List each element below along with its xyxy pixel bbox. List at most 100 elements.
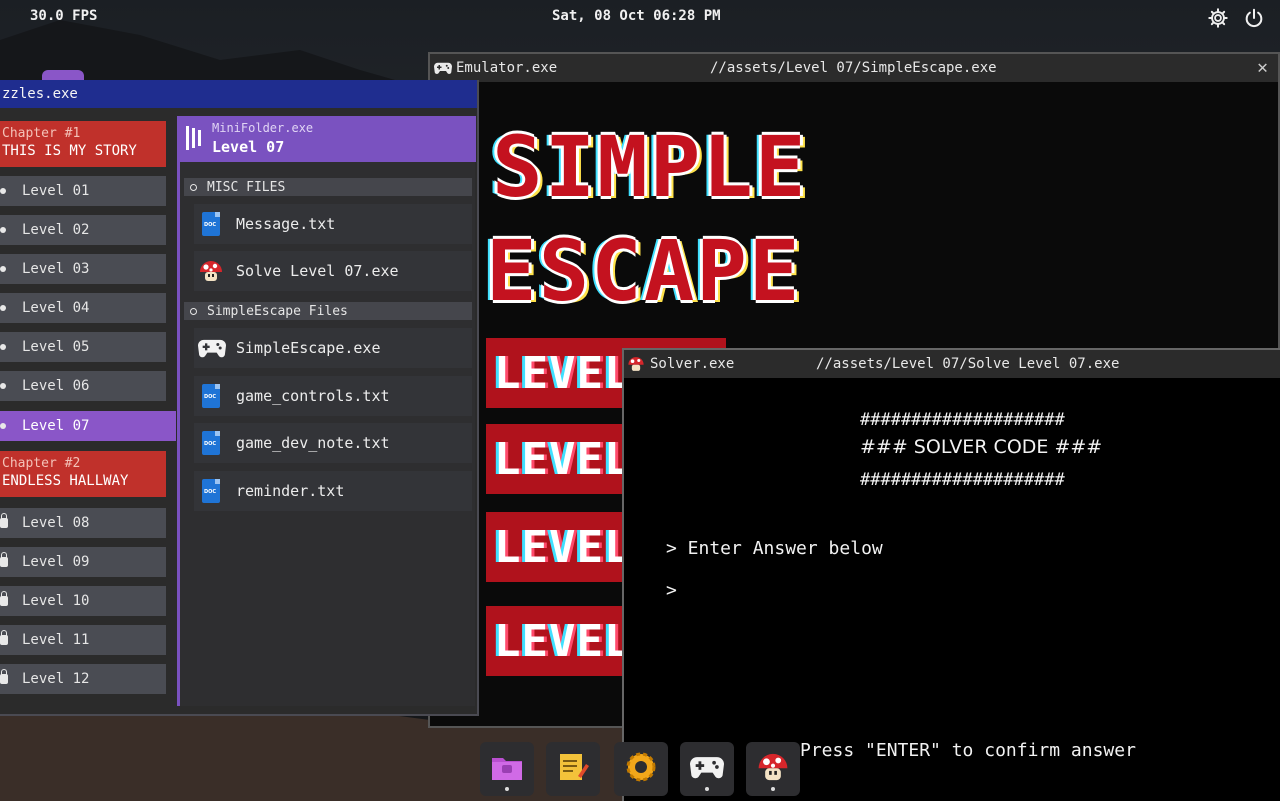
answer-input[interactable]: > — [666, 580, 677, 601]
file-name: SimpleEscape.exe — [236, 339, 381, 357]
dock-settings[interactable] — [614, 742, 668, 796]
dock-folder[interactable] — [480, 742, 534, 796]
puzzles-titlebar[interactable]: zzles.exe — [0, 80, 477, 108]
ring-icon — [190, 307, 197, 315]
level-item[interactable]: Level 03 — [0, 254, 166, 284]
doc-icon — [198, 383, 224, 409]
file-name: Message.txt — [236, 215, 336, 233]
level-label: Level 08 — [22, 515, 90, 531]
level-item[interactable]: Level 12 — [0, 664, 166, 694]
level-item[interactable]: Level 08 — [0, 508, 166, 538]
doc-icon — [198, 211, 224, 237]
level-label: Level 07 — [22, 418, 90, 434]
dock-solver[interactable] — [746, 742, 800, 796]
lock-icon — [0, 630, 8, 645]
file-name: game_controls.txt — [236, 387, 390, 405]
game-level-label: LEVEL — [494, 434, 632, 485]
chapter-title: ENDLESS HALLWAY — [2, 473, 129, 489]
solver-titlebar[interactable]: Solver.exe //assets/Level 07/Solve Level… — [624, 350, 1280, 378]
settings-icon — [626, 752, 656, 782]
banner-border-bottom: #################### — [860, 470, 1065, 490]
unlocked-dot-icon — [0, 266, 6, 272]
emulator-path: //assets/Level 07/SimpleEscape.exe — [710, 60, 997, 76]
unlocked-dot-icon — [0, 423, 6, 429]
gamepad-icon — [198, 335, 226, 361]
level-item[interactable]: Level 10 — [0, 586, 166, 616]
game-title-line1: SIMPLE — [492, 118, 808, 216]
folder-bars-icon — [186, 126, 204, 150]
confirm-hint: Press "ENTER" to confirm answer — [800, 740, 1136, 761]
level-item[interactable]: Level 04 — [0, 293, 166, 323]
file-name: Solve Level 07.exe — [236, 262, 399, 280]
file-name: game_dev_note.txt — [236, 434, 390, 452]
chapter-header: Chapter #1 THIS IS MY STORY — [0, 121, 166, 167]
level-label: Level 01 — [22, 183, 90, 199]
level-item-active[interactable]: Level 07 — [0, 411, 176, 441]
dock-indicator — [771, 787, 775, 791]
banner-border-top: #################### — [860, 410, 1065, 430]
unlocked-dot-icon — [0, 344, 6, 350]
section-label: MISC FILES — [207, 179, 286, 195]
level-item[interactable]: Level 01 — [0, 176, 166, 206]
folder-title: Level 07 — [212, 138, 285, 156]
level-label: Level 04 — [22, 300, 90, 316]
gamepad-icon — [690, 757, 724, 779]
solver-path: //assets/Level 07/Solve Level 07.exe — [816, 356, 1120, 372]
chapter-number: Chapter #2 — [2, 456, 81, 471]
folder-icon — [492, 758, 522, 780]
chapter-title: THIS IS MY STORY — [2, 143, 137, 159]
top-bar: 30.0 FPS Sat, 08 Oct 06:28 PM — [0, 0, 1280, 34]
close-icon[interactable]: ✕ — [1257, 57, 1268, 78]
level-item[interactable]: Level 06 — [0, 371, 166, 401]
level-label: Level 11 — [22, 632, 90, 648]
file-item[interactable]: game_controls.txt — [194, 376, 472, 416]
emulator-titlebar[interactable]: Emulator.exe //assets/Level 07/SimpleEsc… — [430, 54, 1278, 82]
folder-subtitle: MiniFolder.exe — [212, 121, 314, 135]
level-label: Level 05 — [22, 339, 90, 355]
doc-icon — [198, 478, 224, 504]
fps-counter: 30.0 FPS — [30, 8, 98, 24]
lock-icon — [0, 591, 8, 606]
dock-indicator — [705, 787, 709, 791]
doc-icon — [198, 430, 224, 456]
lock-icon — [0, 552, 8, 567]
game-title-line2: ESCAPE — [486, 222, 802, 320]
unlocked-dot-icon — [0, 305, 6, 311]
game-level-label: LEVEL — [494, 348, 632, 399]
section-label: SimpleEscape Files — [207, 303, 348, 319]
file-item[interactable]: game_dev_note.txt — [194, 423, 472, 463]
solver-window[interactable]: Solver.exe //assets/Level 07/Solve Level… — [622, 348, 1280, 801]
file-item[interactable]: reminder.txt — [194, 471, 472, 511]
level-item[interactable]: Level 05 — [0, 332, 166, 362]
puzzles-window[interactable]: zzles.exe Chapter #1 THIS IS MY STORY Le… — [0, 80, 479, 716]
mushroom-icon — [628, 357, 644, 371]
level-item[interactable]: Level 09 — [0, 547, 166, 577]
power-icon[interactable] — [1243, 7, 1265, 29]
notepad-icon — [560, 754, 589, 780]
unlocked-dot-icon — [0, 227, 6, 233]
dock-indicator — [505, 787, 509, 791]
file-item[interactable]: Solve Level 07.exe — [194, 251, 472, 291]
level-label: Level 03 — [22, 261, 90, 277]
level-label: Level 09 — [22, 554, 90, 570]
solver-title: Solver.exe — [650, 356, 735, 372]
banner-text: ### SOLVER CODE ### — [860, 436, 1103, 458]
mushroom-icon — [198, 258, 224, 284]
clock: Sat, 08 Oct 06:28 PM — [552, 8, 721, 24]
level-label: Level 10 — [22, 593, 90, 609]
level-label: Level 02 — [22, 222, 90, 238]
puzzles-title: zzles.exe — [2, 86, 78, 102]
answer-prompt: > Enter Answer below — [666, 538, 883, 559]
level-label: Level 06 — [22, 378, 90, 394]
chapter-number: Chapter #1 — [2, 126, 81, 141]
dock-notepad[interactable] — [546, 742, 600, 796]
level-item[interactable]: Level 11 — [0, 625, 166, 655]
unlocked-dot-icon — [0, 188, 6, 194]
file-item[interactable]: SimpleEscape.exe — [194, 328, 472, 368]
mushroom-icon — [758, 753, 788, 781]
dock-emulator[interactable] — [680, 742, 734, 796]
level-item[interactable]: Level 02 — [0, 215, 166, 245]
gear-icon[interactable] — [1207, 7, 1229, 29]
ring-icon — [190, 183, 197, 191]
file-item[interactable]: Message.txt — [194, 204, 472, 244]
